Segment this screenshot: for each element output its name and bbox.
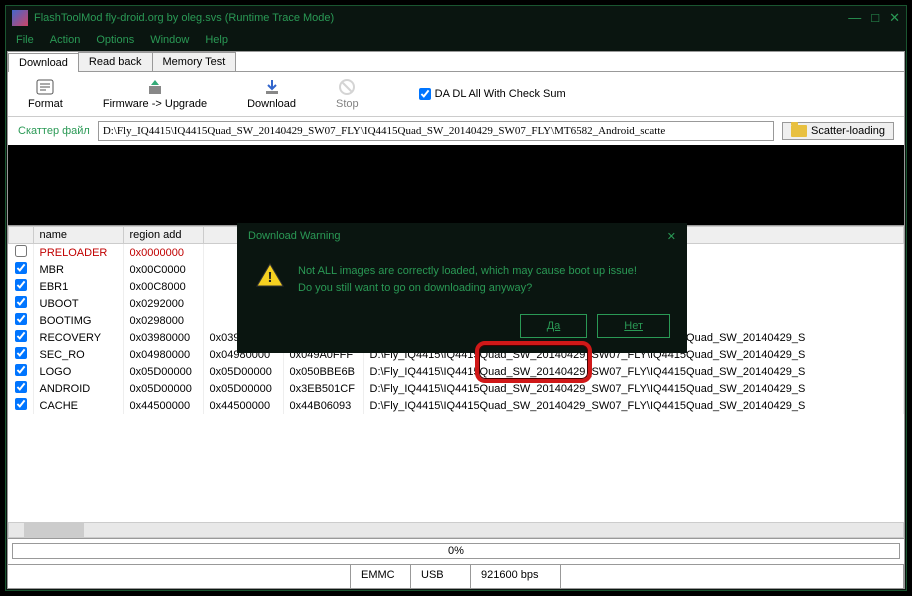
menu-file[interactable]: File [16,34,34,46]
download-warning-dialog: Download Warning ✕ ! Not ALL images are … [237,223,687,353]
table-row[interactable]: CACHE0x445000000x445000000x44B06093D:\Fl… [9,397,904,414]
tab-readback[interactable]: Read back [78,52,153,71]
format-icon [35,78,55,96]
menu-window[interactable]: Window [150,34,189,46]
table-row[interactable]: ANDROID0x05D000000x05D000000x3EB501CFD:\… [9,380,904,397]
status-bar: EMMC USB 921600 bps [8,564,904,588]
menu-options[interactable]: Options [96,34,134,46]
row-checkbox[interactable] [15,296,27,308]
progress-bar: 0% [12,543,900,559]
scatter-path-input[interactable] [98,121,774,141]
table-row[interactable]: LOGO0x05D000000x05D000000x050BBE6BD:\Fly… [9,363,904,380]
dialog-yes-button[interactable]: Да [520,314,588,338]
dialog-close-button[interactable]: ✕ [667,230,676,243]
titlebar: FlashToolMod fly-droid.org by oleg.svs (… [6,6,906,30]
tab-bar: Download Read back Memory Test [8,52,904,72]
warning-icon: ! [256,263,284,287]
maximize-button[interactable]: □ [871,10,879,26]
scatter-row: Скаттер файл Scatter-loading [8,117,904,145]
svg-text:!: ! [268,269,273,286]
folder-icon [791,125,807,137]
row-checkbox[interactable] [15,398,27,410]
row-checkbox[interactable] [15,330,27,342]
menu-action[interactable]: Action [50,34,81,46]
row-checkbox[interactable] [15,313,27,325]
tab-download[interactable]: Download [8,53,79,72]
menu-help[interactable]: Help [205,34,228,46]
upgrade-icon [145,78,165,96]
status-usb: USB [411,565,471,588]
row-checkbox[interactable] [15,347,27,359]
dialog-title: Download Warning [248,230,341,243]
menubar: File Action Options Window Help [6,30,906,50]
black-band [8,145,904,225]
dialog-message: Not ALL images are correctly loaded, whi… [298,263,637,296]
status-emmc: EMMC [351,565,411,588]
firmware-upgrade-button[interactable]: Firmware -> Upgrade [103,78,207,110]
download-button[interactable]: Download [247,78,296,110]
row-checkbox[interactable] [15,381,27,393]
stop-button[interactable]: Stop [336,78,359,110]
progress-row: 0% [8,538,904,564]
minimize-button[interactable]: — [848,10,861,26]
checksum-checkbox[interactable]: DA DL All With Check Sum [419,88,566,100]
app-icon [12,10,28,26]
scatter-loading-button[interactable]: Scatter-loading [782,122,894,140]
stop-icon [337,78,357,96]
scatter-label: Скаттер файл [18,125,90,137]
horizontal-scrollbar[interactable] [8,522,904,538]
status-baud: 921600 bps [471,565,561,588]
toolbar: Format Firmware -> Upgrade Download Stop… [8,72,904,117]
row-checkbox[interactable] [15,262,27,274]
row-checkbox[interactable] [15,279,27,291]
dialog-no-button[interactable]: Нет [597,314,670,338]
format-button[interactable]: Format [28,78,63,110]
download-icon [262,78,282,96]
tab-memtest[interactable]: Memory Test [152,52,237,71]
close-button[interactable]: ✕ [889,10,900,26]
row-checkbox[interactable] [15,245,27,257]
row-checkbox[interactable] [15,364,27,376]
window-title: FlashToolMod fly-droid.org by oleg.svs (… [34,12,848,24]
